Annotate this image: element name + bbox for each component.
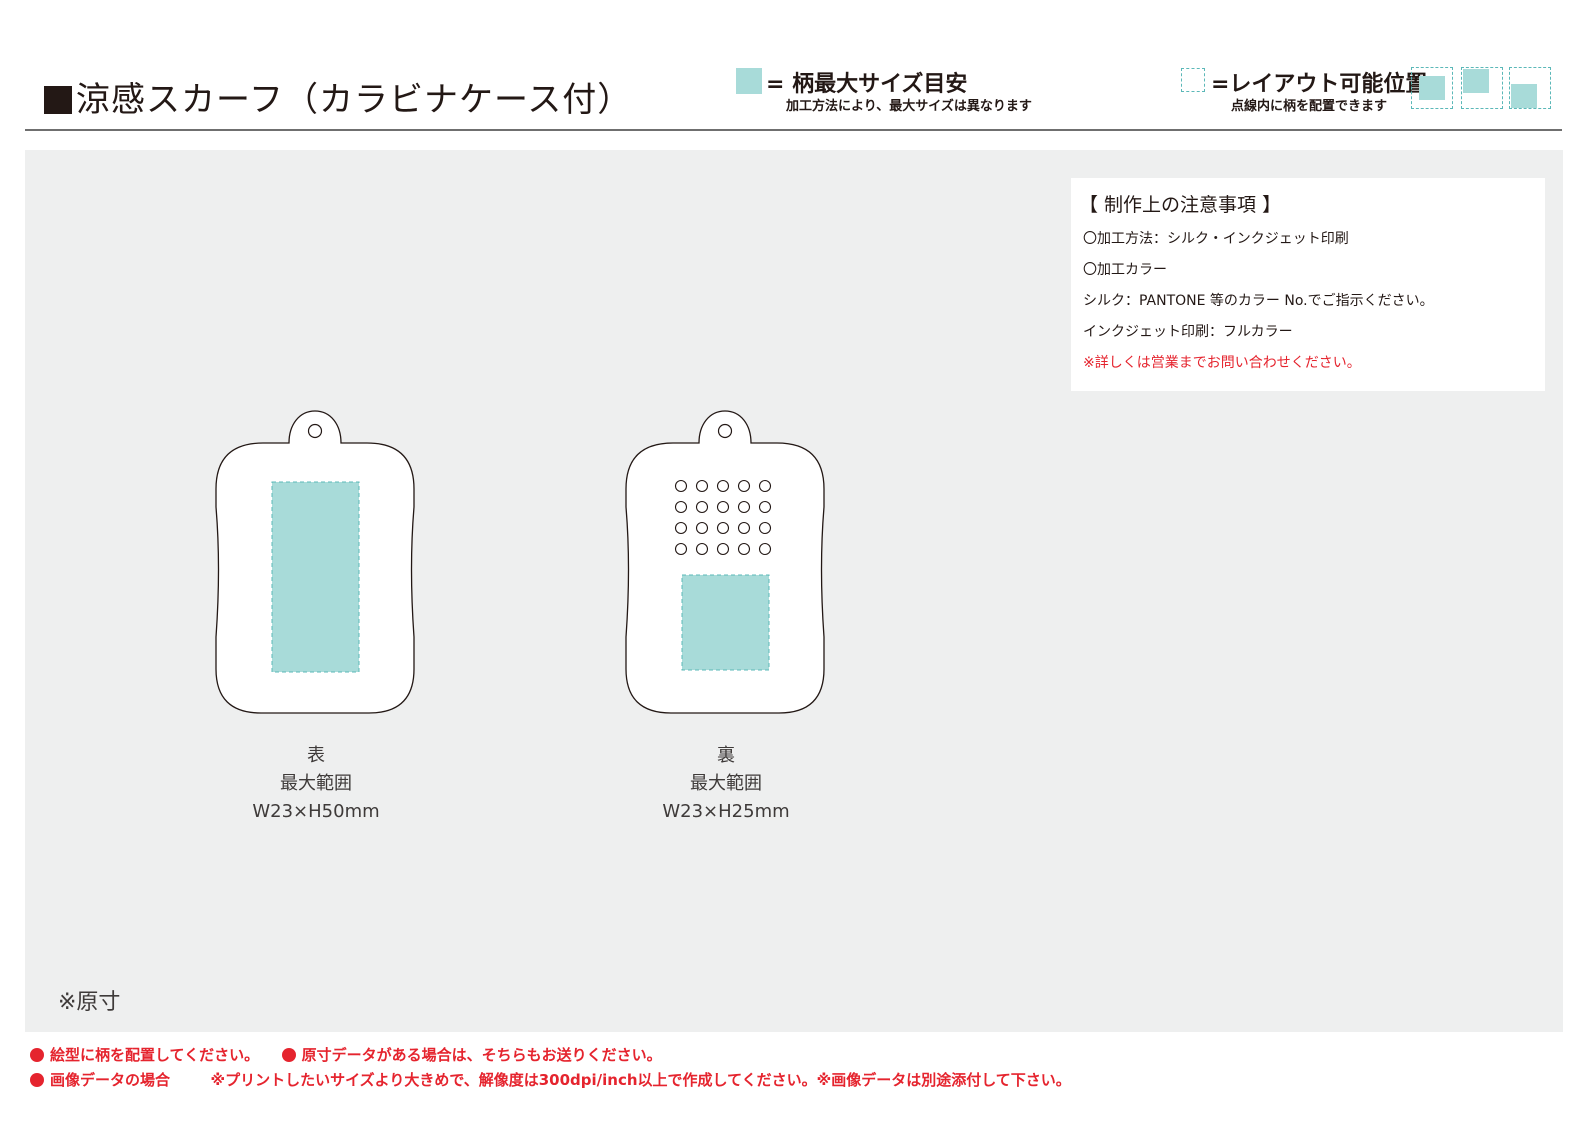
back-print-area <box>681 574 770 671</box>
vent-hole-icon <box>737 479 751 493</box>
layout-top-left-icon <box>1461 67 1503 109</box>
red-dot-icon <box>30 1073 44 1087</box>
vent-hole-icon <box>674 521 688 535</box>
black-square-icon <box>44 86 72 114</box>
red-dot-icon <box>281 1048 296 1062</box>
front-caption: 表 最大範囲 W23×H50mm <box>216 742 416 826</box>
vent-hole-icon <box>758 521 772 535</box>
front-print-area <box>271 481 360 673</box>
back-caption: 裏 最大範囲 W23×H25mm <box>626 742 826 826</box>
front-side-label: 表 <box>307 745 325 766</box>
legend-layout-note: 点線内に柄を配置できます <box>1231 99 1388 114</box>
footer-line-2: 画像データの場合 ※プリントしたいサイズより大きめで、解像度は300dpi/in… <box>30 1069 1071 1090</box>
legend-layout-label: =レイアウト可能位置 <box>1211 72 1428 97</box>
back-tag-outline <box>625 410 825 714</box>
layout-bottom-right-icon <box>1509 67 1551 109</box>
vent-hole-icon <box>674 479 688 493</box>
vent-hole-icon <box>674 542 688 556</box>
back-hole-icon <box>717 423 733 439</box>
scale-note: ※原寸 <box>58 990 121 1015</box>
front-hole-icon <box>307 423 323 439</box>
notes-line: 〇加工方法：シルク・インクジェット印刷 <box>1083 231 1349 247</box>
vent-hole-icon <box>716 479 730 493</box>
vent-hole-icon <box>737 500 751 514</box>
production-notes-panel: 【 制作上の注意事項 】 〇加工方法：シルク・インクジェット印刷 〇加工カラー … <box>1071 178 1545 391</box>
vent-hole-icon <box>695 542 709 556</box>
vent-hole-icon <box>716 521 730 535</box>
header-divider <box>25 129 1562 131</box>
legend-max-size-label: = 柄最大サイズ目安 <box>766 72 968 97</box>
red-dot-icon <box>30 1048 44 1062</box>
vent-hole-icon <box>674 500 688 514</box>
vent-hole-icon <box>758 500 772 514</box>
legend-max-size-note: 加工方法により、最大サイズは異なります <box>786 99 1032 114</box>
dashed-box-icon <box>1181 68 1205 92</box>
notes-heading: 【 制作上の注意事項 】 <box>1079 194 1282 216</box>
vent-hole-icon <box>716 542 730 556</box>
notes-line: インクジェット印刷：フルカラー <box>1083 324 1293 340</box>
vent-hole-icon <box>695 500 709 514</box>
vent-hole-icon <box>716 500 730 514</box>
vent-hole-icon <box>737 521 751 535</box>
back-range-label: 最大範囲 <box>690 773 762 794</box>
vent-hole-icon <box>695 479 709 493</box>
front-tag-outline <box>215 410 415 714</box>
vent-hole-icon <box>737 542 751 556</box>
vent-hole-icon <box>758 479 772 493</box>
footer-line-1: 絵型に柄を配置してください。 原寸データがある場合は、そちらもお送りください。 <box>30 1044 662 1065</box>
vent-hole-icon <box>758 542 772 556</box>
back-size-label: W23×H25mm <box>662 801 790 822</box>
page-title: 涼感スカーフ（カラビナケース付） <box>44 72 632 121</box>
max-size-swatch-icon <box>736 68 762 94</box>
layout-center-icon <box>1411 67 1453 109</box>
notes-warning: ※詳しくは営業までお問い合わせください。 <box>1083 355 1361 371</box>
back-side-label: 裏 <box>717 745 735 766</box>
front-range-label: 最大範囲 <box>280 773 352 794</box>
notes-line: シルク：PANTONE 等のカラー No.でご指示ください。 <box>1083 293 1434 309</box>
front-size-label: W23×H50mm <box>252 801 380 822</box>
notes-line: 〇加工カラー <box>1083 262 1167 278</box>
vent-hole-icon <box>695 521 709 535</box>
